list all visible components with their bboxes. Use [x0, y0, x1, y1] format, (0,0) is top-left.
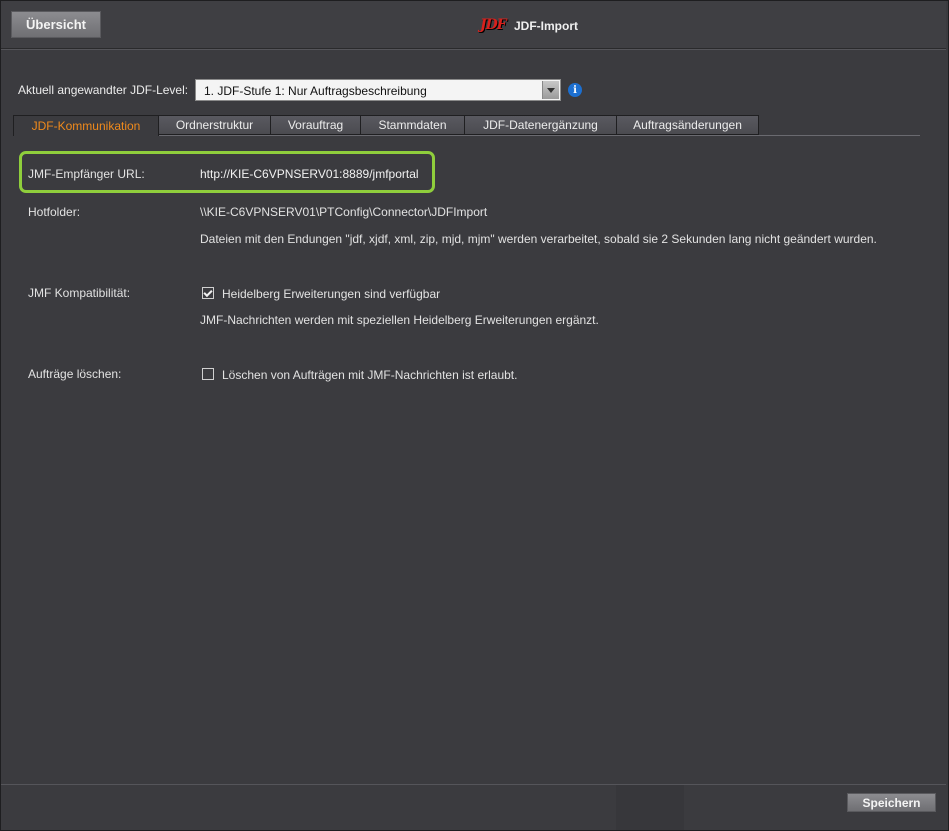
page-title: JDF-Import	[514, 19, 578, 33]
footer-shade	[616, 785, 684, 830]
jdf-level-select[interactable]: 1. JDF-Stufe 1: Nur Auftragsbeschreibung	[195, 79, 561, 101]
overview-button[interactable]: Übersicht	[11, 11, 101, 38]
jdf-level-value: 1. JDF-Stufe 1: Nur Auftragsbeschreibung	[204, 84, 427, 98]
title-bar	[1, 1, 946, 50]
tab-bar: JDF-Kommunikation Ordnerstruktur Vorauft…	[13, 115, 759, 136]
delete-jobs-checkbox[interactable]	[202, 368, 214, 380]
hotfolder-description: Dateien mit den Endungen "jdf, xjdf, xml…	[200, 232, 877, 246]
hotfolder-path[interactable]: \\KIE-C6VPNSERV01\PTConfig\Connector\JDF…	[200, 205, 487, 219]
hotfolder-label: Hotfolder:	[28, 205, 81, 219]
tab-ordnerstruktur[interactable]: Ordnerstruktur	[159, 115, 271, 135]
jmf-url-label: JMF-Empfänger URL:	[28, 167, 145, 181]
tab-jdf-datenergaenzung[interactable]: JDF-Datenergänzung	[465, 115, 617, 135]
heidelberg-description: JMF-Nachrichten werden mit speziellen He…	[200, 313, 599, 327]
checkmark-icon	[203, 287, 213, 297]
save-button[interactable]: Speichern	[847, 793, 936, 812]
tab-auftragsaenderungen[interactable]: Auftragsänderungen	[617, 115, 759, 135]
footer-bar	[1, 784, 946, 830]
tab-vorauftrag[interactable]: Vorauftrag	[271, 115, 361, 135]
info-icon[interactable]: i	[568, 83, 582, 97]
heidelberg-checkbox[interactable]	[202, 287, 214, 299]
window-title: JDF JDF-Import	[478, 16, 578, 36]
delete-jobs-label: Aufträge löschen:	[28, 367, 122, 381]
jmf-url-value[interactable]: http://KIE-C6VPNSERV01:8889/jmfportal	[200, 167, 419, 181]
jdf-level-label: Aktuell angewandter JDF-Level:	[18, 83, 189, 97]
heidelberg-checkbox-label[interactable]: Heidelberg Erweiterungen sind verfügbar	[222, 287, 440, 301]
jmf-compat-label: JMF Kompatibilität:	[28, 286, 131, 300]
jdf-logo-text: JDF	[480, 17, 507, 33]
tab-stammdaten[interactable]: Stammdaten	[361, 115, 465, 135]
jdf-logo-icon: JDF	[478, 17, 507, 35]
title-separator	[1, 49, 946, 50]
delete-jobs-checkbox-label[interactable]: Löschen von Aufträgen mit JMF-Nachrichte…	[222, 368, 517, 382]
chevron-down-icon[interactable]	[542, 81, 559, 99]
tab-jdf-kommunikation[interactable]: JDF-Kommunikation	[13, 115, 159, 136]
tab-underline	[159, 135, 920, 136]
